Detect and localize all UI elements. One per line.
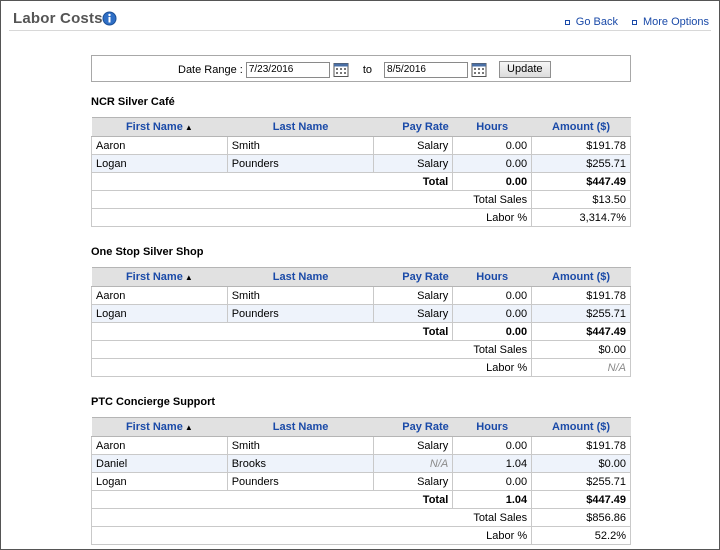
labor-table: First Name ▲ Last Name Pay Rate Hours Amo… bbox=[90, 117, 631, 227]
pay-rate-header[interactable]: Pay Rate bbox=[373, 417, 453, 437]
total-row: Total 0.00 $447.49 bbox=[90, 322, 631, 341]
store-section: PTC Concierge Support First Name ▲ Last N… bbox=[90, 396, 631, 545]
first-name-header[interactable]: First Name ▲ bbox=[91, 267, 228, 287]
table-row: Logan Pounders Salary 0.00 $255.71 bbox=[91, 304, 631, 323]
table-row: Aaron Smith Salary 0.00 $191.78 bbox=[91, 286, 631, 305]
store-name: NCR Silver Café bbox=[91, 96, 175, 108]
hours-header[interactable]: Hours bbox=[452, 117, 532, 137]
store-section: One Stop Silver Shop First Name ▲ Last Na… bbox=[90, 246, 631, 377]
labor-table: First Name ▲ Last Name Pay Rate Hours Amo… bbox=[90, 417, 631, 545]
amount-header[interactable]: Amount ($) bbox=[531, 267, 631, 287]
date-range-label: Date Range : bbox=[178, 63, 243, 76]
labor-table: First Name ▲ Last Name Pay Rate Hours Amo… bbox=[90, 267, 631, 377]
table-row: Logan Pounders Salary 0.00 $255.71 bbox=[91, 154, 631, 173]
more-options-label: More Options bbox=[642, 16, 709, 28]
header-links: Go Back More Options bbox=[564, 16, 709, 28]
square-bullet-icon bbox=[631, 19, 637, 25]
labor-percent-row: Labor % 52.2% bbox=[90, 526, 631, 545]
pay-rate-header[interactable]: Pay Rate bbox=[373, 117, 453, 137]
to-label: to bbox=[362, 63, 373, 76]
go-back-link[interactable]: Go Back bbox=[564, 16, 618, 28]
end-date-input[interactable] bbox=[384, 61, 469, 78]
table-row: Daniel Brooks N/A 1.04 $0.00 bbox=[91, 454, 631, 473]
last-name-header[interactable]: Last Name bbox=[227, 267, 374, 287]
sort-ascending-icon: ▲ bbox=[184, 273, 193, 282]
store-name: PTC Concierge Support bbox=[91, 396, 216, 408]
amount-header[interactable]: Amount ($) bbox=[531, 117, 631, 137]
first-name-header[interactable]: First Name ▲ bbox=[91, 117, 228, 137]
hours-header[interactable]: Hours bbox=[452, 417, 532, 437]
date-range-filter: Date Range : to Update bbox=[91, 55, 631, 82]
last-name-header[interactable]: Last Name bbox=[227, 417, 374, 437]
page-header: Labor Costs Go Back More Options bbox=[9, 1, 711, 31]
total-sales-row: Total Sales $0.00 bbox=[90, 340, 631, 359]
sort-ascending-icon: ▲ bbox=[184, 123, 193, 132]
last-name-header[interactable]: Last Name bbox=[227, 117, 374, 137]
more-options-link[interactable]: More Options bbox=[631, 16, 709, 28]
labor-percent-row: Labor % 3,314.7% bbox=[90, 208, 631, 227]
sort-ascending-icon: ▲ bbox=[184, 423, 193, 432]
calendar-icon[interactable] bbox=[333, 62, 349, 78]
table-row: Aaron Smith Salary 0.00 $191.78 bbox=[91, 136, 631, 155]
table-row: Logan Pounders Salary 0.00 $255.71 bbox=[91, 472, 631, 491]
page-title: Labor Costs bbox=[13, 10, 103, 27]
hours-header[interactable]: Hours bbox=[452, 267, 532, 287]
total-row: Total 1.04 $447.49 bbox=[90, 490, 631, 509]
table-row: Aaron Smith Salary 0.00 $191.78 bbox=[91, 436, 631, 455]
total-sales-row: Total Sales $13.50 bbox=[90, 190, 631, 209]
go-back-label: Go Back bbox=[575, 16, 618, 28]
labor-percent-row: Labor % N/A bbox=[90, 358, 631, 377]
store-section: NCR Silver Café First Name ▲ Last Name Pa… bbox=[90, 96, 631, 227]
total-row: Total 0.00 $447.49 bbox=[90, 172, 631, 191]
total-sales-row: Total Sales $856.86 bbox=[90, 508, 631, 527]
square-bullet-icon bbox=[564, 19, 570, 25]
labor-costs-window: Labor Costs Go Back More Options Date Ra… bbox=[0, 0, 720, 550]
info-icon[interactable] bbox=[102, 11, 117, 26]
amount-header[interactable]: Amount ($) bbox=[531, 417, 631, 437]
first-name-header[interactable]: First Name ▲ bbox=[91, 417, 228, 437]
pay-rate-header[interactable]: Pay Rate bbox=[373, 267, 453, 287]
store-name: One Stop Silver Shop bbox=[91, 246, 204, 258]
calendar-icon[interactable] bbox=[471, 62, 487, 78]
update-button[interactable]: Update bbox=[499, 61, 551, 78]
start-date-input[interactable] bbox=[245, 61, 330, 78]
